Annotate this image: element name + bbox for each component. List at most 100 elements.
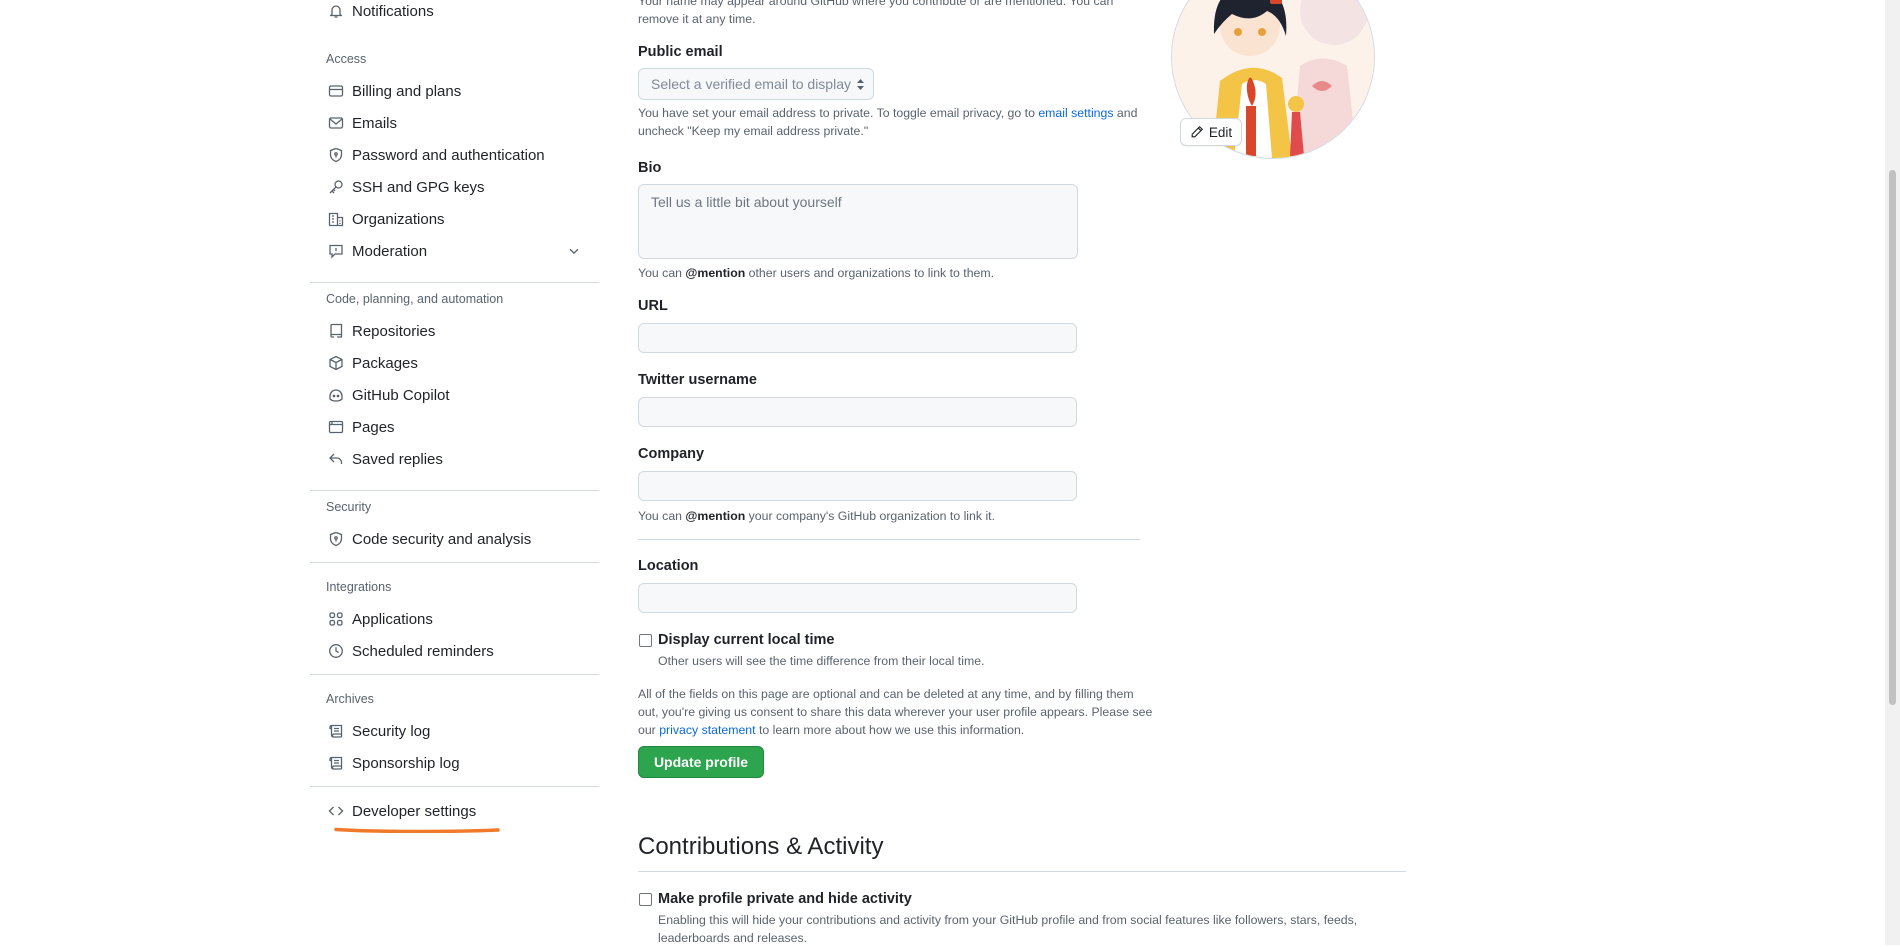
sidebar-item-label: Moderation — [352, 242, 428, 260]
note-text: and — [1113, 106, 1138, 120]
sidebar-item-label: Emails — [352, 114, 398, 132]
bell-icon — [327, 3, 344, 20]
section-divider — [638, 871, 1406, 872]
credit-card-icon — [327, 83, 344, 100]
private-profile-checkbox[interactable] — [639, 893, 652, 906]
sidebar-item-notifications[interactable]: Notifications — [310, 0, 599, 27]
sidebar-item-security-log[interactable]: Security log — [310, 715, 599, 747]
sidebar-item-ssh-gpg[interactable]: SSH and GPG keys — [310, 171, 599, 203]
note-text: You can — [638, 509, 686, 523]
mail-icon — [327, 115, 344, 132]
browser-icon — [327, 419, 344, 436]
sidebar-item-label: Code security and analysis — [352, 530, 532, 548]
local-time-note: Other users will see the time difference… — [658, 654, 985, 668]
consent-note: All of the fields on this page are optio… — [638, 685, 1158, 739]
sidebar-item-label: Password and authentication — [352, 146, 545, 164]
report-icon — [327, 243, 344, 260]
page-scrollbar[interactable] — [1885, 0, 1900, 945]
select-arrows-icon — [857, 79, 864, 90]
url-input[interactable] — [638, 323, 1077, 353]
organization-icon — [327, 211, 344, 228]
sidebar-group-code: Code, planning, and automation — [326, 292, 504, 306]
private-note-line: Enabling this will hide your contributio… — [658, 913, 1358, 927]
public-email-note: You have set your email address to priva… — [638, 104, 1158, 140]
sidebar-divider — [310, 786, 599, 787]
sidebar-item-repositories[interactable]: Repositories — [310, 315, 599, 347]
sidebar-item-saved-replies[interactable]: Saved replies — [310, 443, 599, 475]
company-input[interactable] — [638, 471, 1077, 501]
pencil-icon — [1191, 125, 1203, 138]
note-text: our — [638, 723, 660, 737]
sidebar-item-label: Scheduled reminders — [352, 642, 494, 660]
sidebar-divider — [310, 282, 599, 283]
sidebar-group-archives: Archives — [326, 692, 374, 706]
shield-lock-icon — [327, 147, 344, 164]
bio-note: You can @mention other users and organiz… — [638, 264, 994, 282]
public-email-note-line: uncheck "Keep my email address private." — [638, 124, 869, 138]
sidebar-item-sponsorship-log[interactable]: Sponsorship log — [310, 747, 599, 779]
mention-text: @mention — [685, 266, 746, 280]
name-note-line: Your name may appear around GitHub where… — [638, 0, 1114, 8]
public-email-note-line: You have set your email address to priva… — [638, 104, 1158, 122]
sidebar-item-label: Organizations — [352, 210, 445, 228]
private-profile-label[interactable]: Make profile private and hide activity — [658, 891, 912, 907]
sidebar-item-copilot[interactable]: GitHub Copilot — [310, 379, 599, 411]
clock-icon — [327, 643, 344, 660]
sidebar-group-access: Access — [326, 52, 367, 66]
location-input[interactable] — [638, 583, 1077, 613]
sidebar-divider — [310, 674, 599, 675]
sidebar-item-label: Pages — [352, 418, 395, 436]
edit-label: Edit — [1208, 124, 1233, 140]
private-note-line: leaderboards and releases. — [658, 931, 808, 945]
public-email-select[interactable]: Select a verified email to display — [638, 68, 874, 100]
privacy-statement-link[interactable]: privacy statement — [659, 723, 755, 737]
log-icon — [327, 755, 344, 772]
local-time-label[interactable]: Display current local time — [658, 632, 834, 648]
sidebar-item-label: Security log — [352, 722, 431, 740]
bio-label: Bio — [638, 160, 662, 176]
sidebar-divider — [310, 490, 599, 491]
sidebar-item-applications[interactable]: Applications — [310, 603, 599, 635]
public-email-selected: Select a verified email to display — [651, 76, 851, 92]
sidebar-item-password[interactable]: Password and authentication — [310, 139, 599, 171]
public-email-label: Public email — [638, 44, 723, 60]
twitter-input[interactable] — [638, 397, 1077, 427]
sidebar-item-label: Repositories — [352, 322, 436, 340]
update-profile-button[interactable]: Update profile — [638, 746, 764, 778]
name-note-line: remove it at any time. — [638, 12, 756, 26]
note-text: other users and organizations to link to… — [745, 266, 995, 280]
sidebar-item-label: Notifications — [352, 2, 434, 20]
sidebar-item-developer-settings[interactable]: Developer settings — [310, 795, 599, 827]
sidebar-item-label: Sponsorship log — [352, 754, 460, 772]
location-label: Location — [638, 558, 699, 574]
note-text: You can — [638, 266, 686, 280]
code-icon — [327, 803, 344, 820]
sidebar-item-moderation[interactable]: Moderation — [310, 235, 599, 267]
note-text: to learn more about how we use this info… — [755, 723, 1025, 737]
bio-textarea[interactable]: Tell us a little bit about yourself — [638, 184, 1078, 259]
shield-lock-icon — [327, 531, 344, 548]
email-settings-link[interactable]: email settings — [1038, 106, 1113, 120]
sidebar-item-scheduled-reminders[interactable]: Scheduled reminders — [310, 635, 599, 667]
sidebar-item-label: GitHub Copilot — [352, 386, 450, 404]
company-note: You can @mention your company's GitHub o… — [638, 507, 995, 525]
name-note: Your name may appear around GitHub where… — [638, 0, 1113, 28]
sidebar-group-integrations: Integrations — [326, 580, 392, 594]
sidebar-item-code-security[interactable]: Code security and analysis — [310, 523, 599, 555]
scrollbar-thumb[interactable] — [1889, 170, 1896, 705]
sidebar-item-pages[interactable]: Pages — [310, 411, 599, 443]
chevron-down-icon[interactable] — [567, 244, 581, 258]
local-time-checkbox[interactable] — [639, 634, 652, 647]
reply-icon — [327, 451, 344, 468]
log-icon — [327, 723, 344, 740]
sidebar-item-organizations[interactable]: Organizations — [310, 203, 599, 235]
repo-icon — [327, 323, 344, 340]
form-divider — [638, 539, 1140, 540]
edit-avatar-button[interactable]: Edit — [1180, 118, 1242, 146]
package-icon — [327, 355, 344, 372]
consent-line: out, you're giving us consent to share t… — [638, 705, 1153, 719]
sidebar-item-billing[interactable]: Billing and plans — [310, 75, 599, 107]
sidebar-item-emails[interactable]: Emails — [310, 107, 599, 139]
sidebar-item-packages[interactable]: Packages — [310, 347, 599, 379]
private-profile-note: Enabling this will hide your contributio… — [658, 911, 1418, 947]
